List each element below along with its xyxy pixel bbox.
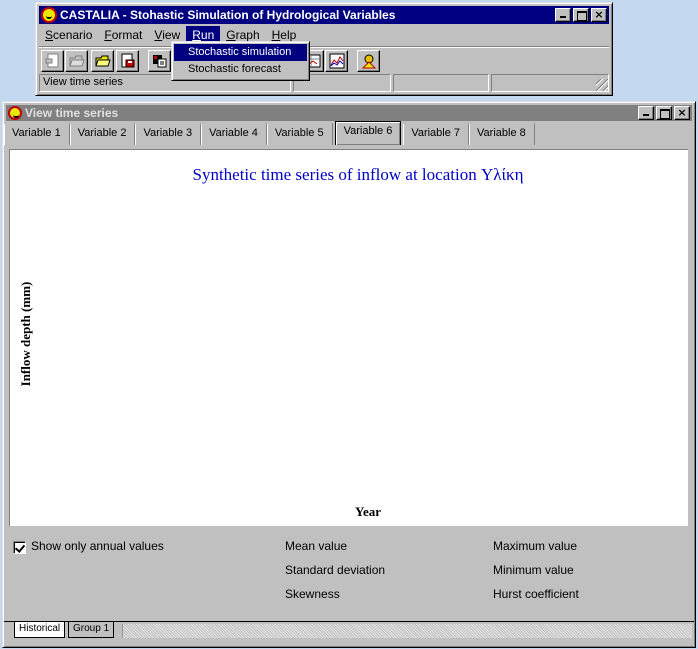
menu-scenario-label: cenario <box>53 28 93 42</box>
status-bar: View time series <box>39 74 609 92</box>
chart-svg: Synthetic time series of inflow at locat… <box>18 165 524 519</box>
menu-run-label: un <box>200 28 215 42</box>
tab-variable-1[interactable]: Variable 1 <box>4 123 70 145</box>
close-button[interactable]: × <box>591 8 607 22</box>
menu-help-label: elp <box>280 28 297 42</box>
new-scenario-icon <box>45 53 58 68</box>
chart-button[interactable] <box>325 50 348 72</box>
data-icon <box>152 55 166 68</box>
save-button[interactable] <box>116 50 139 72</box>
open-file-button[interactable] <box>91 50 114 72</box>
menu-graph-accel: G <box>226 28 236 42</box>
data-button[interactable] <box>148 50 171 72</box>
chart-title: Synthetic time series of inflow at locat… <box>192 165 523 184</box>
show-only-annual-checkbox[interactable] <box>13 541 26 554</box>
user-help-icon <box>361 54 376 69</box>
run-dropdown-menu: Stochastic simulation Stochastic forecas… <box>171 41 310 81</box>
menu-item-stochastic-simulation[interactable]: Stochastic simulation <box>174 44 307 61</box>
menu-view-label: iew <box>162 28 181 42</box>
tab-variable-6[interactable]: Variable 6 <box>334 121 402 145</box>
main-title-bar[interactable]: CASTALIA - Stohastic Simulation of Hydro… <box>39 6 609 24</box>
chart-icon <box>329 53 344 69</box>
sheet-tab-historical[interactable]: Historical <box>14 622 66 638</box>
menu-scenario[interactable]: Scenario <box>39 26 98 44</box>
menu-format[interactable]: Format <box>98 26 148 44</box>
save-icon <box>121 53 134 68</box>
child-app-icon[interactable] <box>8 106 22 120</box>
status-pane-4 <box>491 74 609 92</box>
tab-variable-7[interactable]: Variable 7 <box>403 123 470 145</box>
menu-item-stochastic-forecast[interactable]: Stochastic forecast <box>174 61 307 78</box>
child-close-button[interactable]: × <box>674 106 690 120</box>
sheet-tab-group-1[interactable]: Group 1 <box>68 622 115 638</box>
maximum-value-label: Maximum value <box>493 539 578 553</box>
menu-scenario-accel: S <box>45 28 54 42</box>
status-pane-3 <box>393 74 489 92</box>
child-maximize-button[interactable] <box>656 106 672 120</box>
tab-variable-3[interactable]: Variable 3 <box>135 123 202 145</box>
menu-bar: Scenario Format View Run Graph Help <box>39 25 609 45</box>
minimize-button[interactable] <box>555 8 571 22</box>
tab-variable-2[interactable]: Variable 2 <box>69 123 136 145</box>
open-folder-button[interactable] <box>65 50 88 72</box>
maximize-button[interactable] <box>573 8 589 22</box>
skewness-label: Skewness <box>285 587 340 601</box>
show-only-annual-label[interactable]: Show only annual values <box>31 539 164 553</box>
minimum-value-label: Minimum value <box>493 563 574 577</box>
open-file-icon <box>94 55 111 67</box>
resize-grip[interactable] <box>596 79 608 91</box>
child-title-bar[interactable]: View time series × <box>6 105 692 121</box>
child-minimize-button[interactable] <box>638 106 654 120</box>
menu-format-accel: F <box>104 28 112 42</box>
chart-y-axis-label: Inflow depth (mm) <box>18 282 33 387</box>
castalia-app-icon[interactable] <box>41 7 57 23</box>
hurst-coefficient-label: Hurst coefficient <box>493 587 579 601</box>
tab-variable-4[interactable]: Variable 4 <box>201 123 267 145</box>
user-help-button[interactable] <box>357 50 380 72</box>
variable-tabs: Variable 1 Variable 2 Variable 3 Variabl… <box>4 121 535 145</box>
menu-run-accel: R <box>192 28 201 42</box>
tab-variable-5[interactable]: Variable 5 <box>266 123 333 145</box>
open-folder-icon <box>68 55 85 67</box>
main-window-title: CASTALIA - Stohastic Simulation of Hydro… <box>60 8 396 22</box>
new-scenario-button[interactable] <box>41 50 64 72</box>
main-window: CASTALIA - Stohastic Simulation of Hydro… <box>35 2 613 96</box>
tab-variable-8[interactable]: Variable 8 <box>469 123 535 145</box>
child-window-title: View time series <box>25 106 119 120</box>
standard-deviation-label: Standard deviation <box>285 563 386 577</box>
chart-x-axis-label: Year <box>355 504 381 519</box>
menu-graph-label: raph <box>235 28 260 42</box>
sheet-tabs-bar: Historical Group 1 <box>4 621 694 641</box>
menu-help-accel: H <box>271 28 281 42</box>
menu-format-label: ormat <box>111 28 143 42</box>
time-series-chart[interactable]: Synthetic time series of inflow at locat… <box>9 149 688 526</box>
sheet-tabs-scroll-area[interactable] <box>122 624 692 638</box>
mean-value-label: Mean value <box>285 539 348 553</box>
toolbar <box>39 46 609 76</box>
